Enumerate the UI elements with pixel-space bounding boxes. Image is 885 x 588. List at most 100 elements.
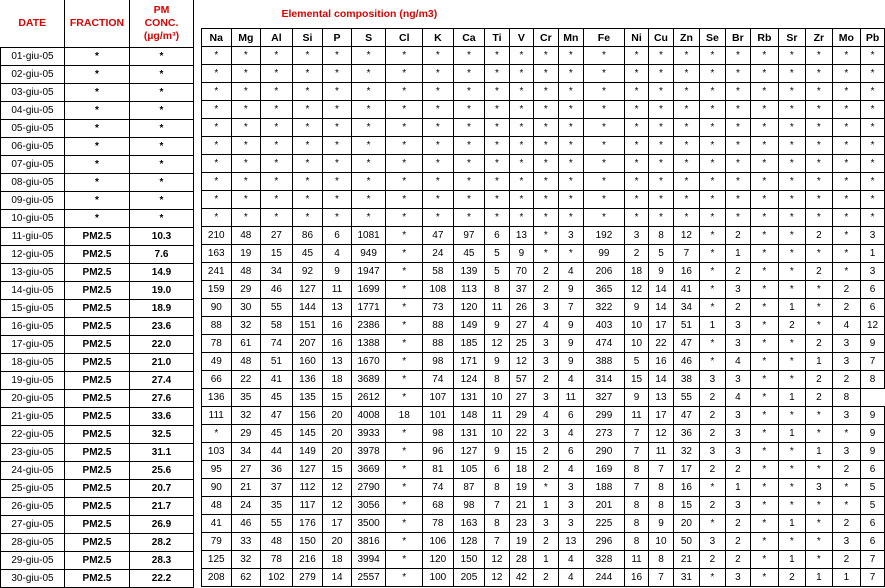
- value-cell-si: *: [291, 82, 324, 101]
- value-cell-br: 2: [724, 226, 752, 245]
- value-cell-al: *: [260, 190, 293, 209]
- value-cell-rb: *: [750, 82, 779, 101]
- element-header-sr: Sr: [777, 28, 807, 47]
- value-cell-s: 1081: [350, 226, 387, 245]
- sample-info-body: DATE FRACTION PM CONC. (µg/m³) 01-giu-05…: [0, 0, 194, 588]
- value-cell-cu: *: [648, 190, 674, 209]
- value-cell-cu: 14: [648, 280, 674, 299]
- value-cell-al: *: [260, 136, 293, 155]
- date-cell: 08-giu-05: [0, 173, 65, 192]
- value-cell-cr: *: [533, 118, 559, 137]
- value-cell-zr: *: [805, 298, 833, 317]
- value-cell-ti: 9: [484, 352, 510, 371]
- table-row: 19-giu-05 PM2.5 27.4: [0, 371, 194, 390]
- value-cell-zn: 32: [672, 442, 701, 461]
- value-cell-ca: 139: [452, 262, 486, 281]
- table-row: * 29 45 145 20 3933 * 98 131 10 22 3 4 273 7 12 36 2 3 * 1 * *…: [201, 424, 885, 443]
- value-cell-ni: *: [623, 82, 650, 101]
- value-cell-zr: *: [805, 136, 833, 155]
- value-cell-zn: 17: [672, 460, 701, 479]
- value-cell-mg: 34: [230, 442, 262, 461]
- value-cell-cr: 3: [533, 388, 559, 407]
- value-cell-si: 207: [291, 334, 324, 353]
- pm-conc-cell: *: [129, 191, 194, 210]
- elemental-composition-body: Elemental composition (ng/m3) Na Mg Al Si P S…: [201, 0, 885, 587]
- value-cell-ti: 11: [484, 298, 510, 317]
- value-cell-s: *: [350, 154, 387, 173]
- value-cell-cl: *: [385, 478, 424, 497]
- date-cell: 27-giu-05: [0, 515, 65, 534]
- value-cell-ti: *: [484, 136, 510, 155]
- value-cell-ni: 12: [623, 280, 650, 299]
- value-cell-rb: *: [750, 370, 779, 389]
- value-cell-sr: *: [777, 226, 807, 245]
- value-cell-mg: 35: [230, 388, 262, 407]
- value-cell-k: 74: [422, 370, 454, 389]
- value-cell-fe: 201: [583, 496, 625, 515]
- value-cell-cl: *: [385, 460, 424, 479]
- value-cell-zr: *: [805, 64, 833, 83]
- date-cell: 10-giu-05: [0, 209, 65, 228]
- value-cell-ca: 97: [452, 226, 486, 245]
- value-cell-cu: 16: [648, 352, 674, 371]
- value-cell-na: 41: [201, 514, 232, 533]
- value-cell-si: 136: [291, 370, 324, 389]
- value-cell-mn: 9: [557, 316, 585, 335]
- value-cell-br: 3: [724, 334, 752, 353]
- header-row: DATE FRACTION PM CONC. (µg/m³): [0, 0, 194, 48]
- pm-conc-cell: 27.4: [129, 371, 194, 390]
- value-cell-rb: *: [750, 118, 779, 137]
- value-cell-zn: 31: [672, 568, 701, 587]
- value-cell-cu: *: [648, 118, 674, 137]
- value-cell-v: 19: [508, 478, 535, 497]
- title-row: Elemental composition (ng/m3): [202, 0, 885, 29]
- value-cell-mn: *: [557, 208, 585, 227]
- value-cell-ti: 6: [484, 460, 510, 479]
- table-row: 163 19 15 45 4 949 * 24 45 5 9 * * 99 2 5 7 * 1 * * * * 1: [201, 244, 885, 263]
- value-cell-ni: *: [623, 154, 650, 173]
- value-cell-s: *: [350, 100, 387, 119]
- pm-conc-cell: *: [129, 65, 194, 84]
- value-cell-cr: 2: [533, 262, 559, 281]
- value-cell-cu: *: [648, 172, 674, 191]
- value-cell-al: *: [260, 154, 293, 173]
- value-cell-cr: *: [533, 100, 559, 119]
- value-cell-al: 55: [260, 514, 293, 533]
- value-cell-s: 1947: [350, 262, 387, 281]
- value-cell-na: 136: [201, 388, 232, 407]
- value-cell-zn: 16: [672, 478, 701, 497]
- value-cell-cu: 12: [648, 424, 674, 443]
- table-row: 08-giu-05 * *: [0, 173, 194, 192]
- value-cell-si: 160: [291, 352, 324, 371]
- value-cell-v: *: [508, 46, 535, 65]
- value-cell-pb: 5: [860, 478, 885, 497]
- value-cell-sr: *: [777, 154, 807, 173]
- value-cell-zn: 15: [672, 496, 701, 515]
- value-cell-mn: 4: [557, 262, 585, 281]
- value-cell-cr: *: [533, 172, 559, 191]
- value-cell-si: 117: [291, 496, 324, 515]
- value-cell-k: 98: [422, 424, 454, 443]
- value-cell-pb: 7: [860, 550, 885, 569]
- value-cell-rb: *: [750, 442, 779, 461]
- value-cell-se: 3: [699, 370, 726, 389]
- value-cell-se: 2: [699, 550, 726, 569]
- value-cell-zn: *: [672, 100, 701, 119]
- value-cell-cu: 8: [648, 226, 674, 245]
- pm-conc-cell: *: [129, 137, 194, 156]
- value-cell-s: 1388: [350, 334, 387, 353]
- value-cell-p: 13: [322, 352, 352, 371]
- value-cell-mg: 21: [230, 478, 262, 497]
- value-cell-s: 2790: [350, 478, 387, 497]
- value-cell-p: 11: [322, 280, 352, 299]
- value-cell-cl: *: [385, 298, 424, 317]
- value-cell-ca: *: [452, 46, 486, 65]
- fraction-cell: *: [64, 209, 130, 228]
- value-cell-ti: 9: [484, 316, 510, 335]
- value-cell-p: 16: [322, 334, 352, 353]
- pm-conc-cell: 22.0: [129, 335, 194, 354]
- date-cell: 03-giu-05: [0, 83, 65, 102]
- value-cell-ti: 8: [484, 280, 510, 299]
- table-row: 04-giu-05 * *: [0, 101, 194, 120]
- value-cell-cl: *: [385, 280, 424, 299]
